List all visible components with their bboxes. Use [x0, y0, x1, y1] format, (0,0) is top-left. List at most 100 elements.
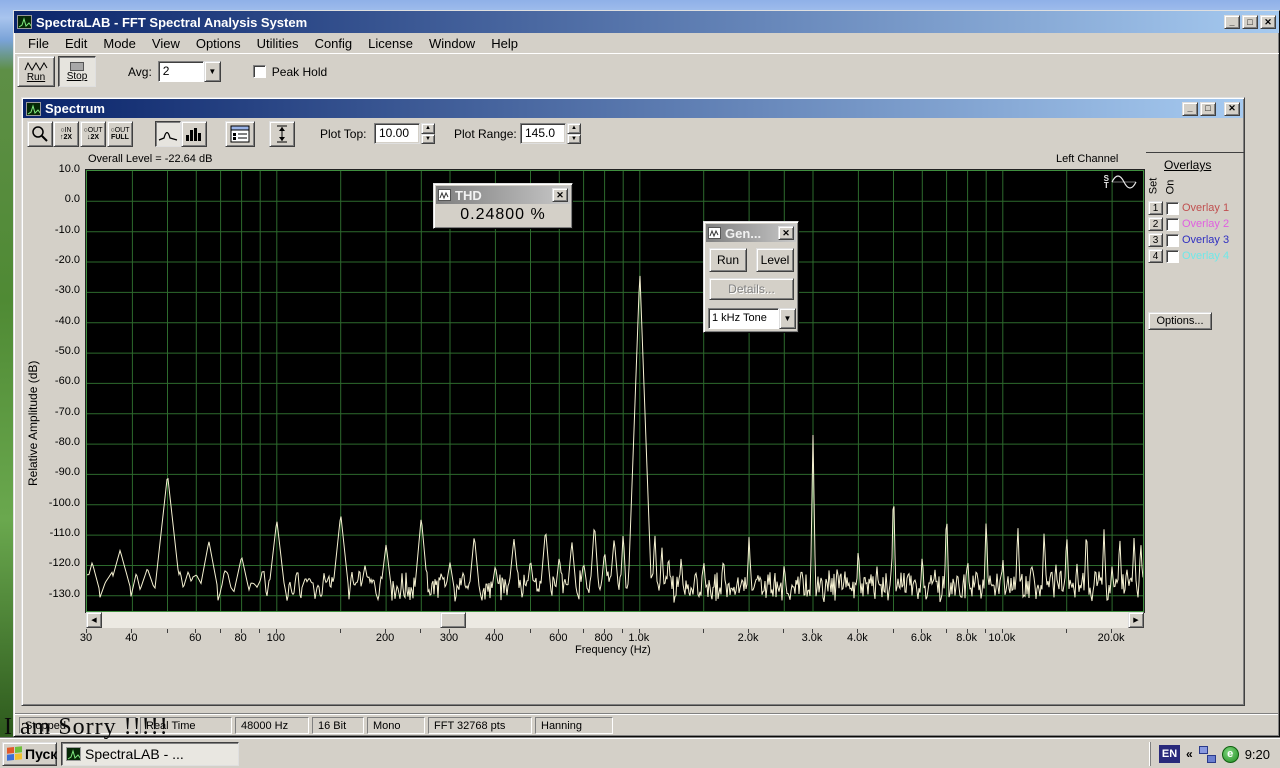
menu-bar: FileEditModeViewOptionsUtilitiesConfigLi…: [14, 33, 1279, 53]
spectrum-plot[interactable]: S T: [86, 170, 1144, 612]
menu-edit[interactable]: Edit: [57, 34, 95, 53]
plot-top-spinner[interactable]: ▲▼: [421, 123, 435, 144]
y-tick-label: -60.0: [28, 375, 80, 387]
task-icon: [66, 747, 81, 761]
menu-license[interactable]: License: [360, 34, 421, 53]
overlay-row: 2 Overlay 2: [1148, 216, 1229, 232]
desktop: SpectraLAB - FFT Spectral Analysis Syste…: [0, 0, 1280, 768]
scroll-right-icon[interactable]: ▶: [1128, 612, 1144, 628]
plot-top-input[interactable]: 10.00: [374, 123, 420, 144]
overlays-panel: Overlays Set On 1Overlay 12Overlay 23Ove…: [1146, 152, 1244, 382]
overlay-set-button-1[interactable]: 1: [1148, 201, 1163, 215]
plot-range-input[interactable]: 145.0: [520, 123, 566, 144]
x-tick-mark: [583, 629, 584, 633]
main-titlebar[interactable]: SpectraLAB - FFT Spectral Analysis Syste…: [14, 11, 1279, 33]
taskbar-task-spectralab[interactable]: SpectraLAB - ...: [61, 742, 239, 766]
sine-wave-icon: [1111, 173, 1137, 191]
thd-dialog[interactable]: THD ✕ 0.24800 %: [433, 183, 573, 229]
thd-close-button[interactable]: ✕: [552, 188, 568, 202]
close-button[interactable]: ✕: [1260, 15, 1276, 29]
scrollbar-thumb[interactable]: [440, 612, 466, 628]
spectrum-minimize-button[interactable]: _: [1182, 102, 1198, 116]
y-tick-label: -30.0: [28, 284, 80, 296]
thd-value: 0.24800 %: [434, 206, 572, 224]
plot-range-spinner[interactable]: ▲▼: [567, 123, 581, 144]
autoscale-button[interactable]: [269, 121, 295, 147]
minimize-button[interactable]: _: [1224, 15, 1240, 29]
overlay-on-checkbox-1[interactable]: [1166, 202, 1179, 215]
overlay-row: 3Overlay 3: [1148, 232, 1229, 248]
stop-button[interactable]: Stop: [58, 56, 96, 87]
x-tick-mark: [622, 629, 623, 633]
x-tick-label: 1.0k: [628, 632, 649, 644]
overlay-on-checkbox-4[interactable]: [1166, 250, 1179, 263]
zoom-in-2x-button[interactable]: ○IN ↑2X: [53, 121, 79, 147]
menu-utilities[interactable]: Utilities: [249, 34, 307, 53]
spectrum-title: Spectrum: [45, 101, 1182, 116]
line-plot-mode-button[interactable]: [155, 121, 181, 147]
generator-level-button[interactable]: Level: [756, 248, 794, 272]
tray-collapse-icon[interactable]: «: [1186, 747, 1193, 761]
generator-run-button[interactable]: Run: [709, 248, 747, 272]
x-tick-label: 800: [594, 632, 612, 644]
scroll-left-icon[interactable]: ◀: [86, 612, 102, 628]
overlay-set-button-2[interactable]: 2: [1148, 217, 1163, 231]
network-tray-icon[interactable]: [1199, 746, 1216, 763]
x-tick-mark: [340, 629, 341, 633]
overlay-on-checkbox-3[interactable]: [1166, 234, 1179, 247]
generator-chevron-down-icon[interactable]: ▼: [779, 308, 796, 329]
maximize-button[interactable]: □: [1242, 15, 1258, 29]
antivirus-tray-icon[interactable]: e: [1222, 746, 1239, 763]
overlay-label-4: Overlay 4: [1182, 250, 1229, 262]
y-tick-label: 0.0: [28, 193, 80, 205]
thd-titlebar[interactable]: THD ✕: [436, 186, 570, 204]
x-tick-label: 8.0k: [956, 632, 977, 644]
overlay-on-checkbox-2[interactable]: [1166, 218, 1179, 231]
display-options-button[interactable]: [225, 121, 255, 147]
x-tick-label: 6.0k: [911, 632, 932, 644]
overlay-label-2: Overlay 2: [1182, 218, 1229, 230]
zoom-out-2x-button[interactable]: ○OUT ↓2X: [80, 121, 106, 147]
generator-titlebar[interactable]: Gen... ✕: [706, 224, 796, 242]
bar-plot-mode-button[interactable]: [181, 121, 207, 147]
y-tick-label: -80.0: [28, 436, 80, 448]
x-tick-label: 40: [125, 632, 137, 644]
peak-hold-label: Peak Hold: [272, 65, 327, 79]
x-tick-label: 300: [440, 632, 458, 644]
x-tick-label: 30: [80, 632, 92, 644]
avg-combobox[interactable]: 2 ▼: [158, 61, 221, 82]
x-tick-mark: [167, 629, 168, 633]
overlay-set-button-3[interactable]: 3: [1148, 233, 1163, 247]
status-panel: FFT 32768 pts: [428, 717, 532, 734]
status-panel: Hanning: [535, 717, 613, 734]
zoom-out-full-button[interactable]: ○OUT FULL: [107, 121, 133, 147]
frequency-scrollbar[interactable]: ◀ ▶: [86, 612, 1144, 628]
menu-help[interactable]: Help: [483, 34, 526, 53]
y-tick-label: 10.0: [28, 163, 80, 175]
overlay-set-button-4[interactable]: 4: [1148, 249, 1163, 263]
menu-window[interactable]: Window: [421, 34, 483, 53]
zoom-tool-button[interactable]: [27, 121, 53, 147]
language-indicator[interactable]: EN: [1159, 745, 1180, 763]
menu-view[interactable]: View: [144, 34, 188, 53]
spectrum-maximize-button[interactable]: □: [1200, 102, 1216, 116]
generator-close-button[interactable]: ✕: [778, 226, 794, 240]
spectrum-close-button[interactable]: ✕: [1224, 102, 1240, 116]
overlays-options-button[interactable]: Options...: [1148, 312, 1212, 330]
x-tick-mark: [220, 629, 221, 633]
x-tick-label: 10.0k: [988, 632, 1015, 644]
generator-title: Gen...: [725, 226, 778, 241]
run-button[interactable]: Run: [17, 56, 55, 87]
generator-dialog[interactable]: Gen... ✕ Run Level Details... 1 kHz Tone…: [703, 221, 799, 333]
start-button[interactable]: Пуск: [2, 742, 57, 766]
spectralab-window: SpectraLAB - FFT Spectral Analysis Syste…: [13, 10, 1280, 737]
generator-signal-combobox[interactable]: 1 kHz Tone ▼: [708, 308, 796, 329]
menu-mode[interactable]: Mode: [95, 34, 144, 53]
peak-hold-checkbox[interactable]: [253, 65, 266, 78]
spectrum-titlebar[interactable]: Spectrum _ □ ✕: [23, 99, 1243, 118]
chevron-down-icon[interactable]: ▼: [204, 61, 221, 82]
menu-config[interactable]: Config: [307, 34, 361, 53]
menu-file[interactable]: File: [20, 34, 57, 53]
y-tick-label: -70.0: [28, 406, 80, 418]
menu-options[interactable]: Options: [188, 34, 249, 53]
